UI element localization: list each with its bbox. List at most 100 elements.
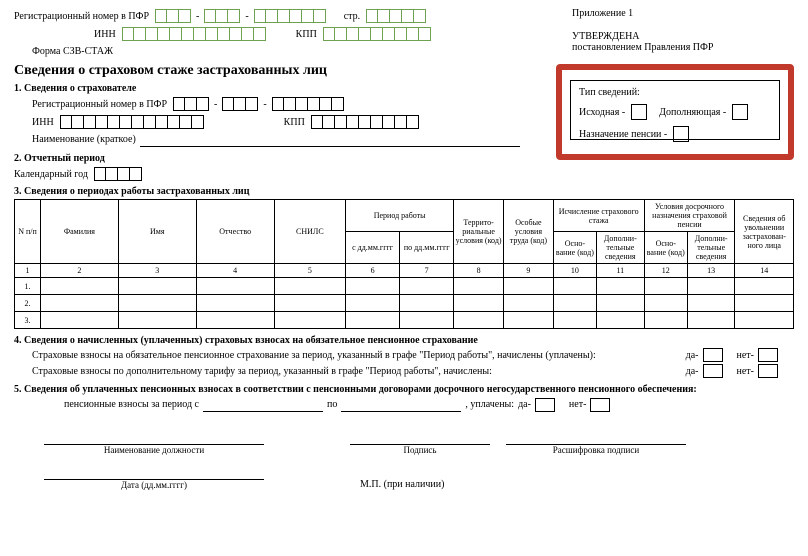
row1-num: 1.	[15, 278, 41, 295]
sec1-reg-part2[interactable]	[222, 97, 258, 111]
col-extra1: Дополни- тельные сведения	[597, 232, 645, 264]
type-box: Тип сведений: Исходная - Дополняющая - Н…	[570, 80, 780, 140]
num-12: 12	[644, 264, 687, 278]
sec5-to-field[interactable]	[341, 397, 461, 412]
sec4-l2-no-label: нет-	[737, 366, 755, 377]
highlight-box: Тип сведений: Исходная - Дополняющая - Н…	[556, 64, 794, 160]
sec4-l1-no-checkbox[interactable]	[758, 348, 778, 362]
page-field[interactable]	[366, 9, 426, 23]
signature-label: Подпись	[350, 445, 490, 455]
date-field[interactable]	[44, 465, 264, 480]
row2-num: 2.	[15, 295, 41, 312]
sec5-no-checkbox[interactable]	[590, 398, 610, 412]
date-label: Дата (дд.мм.гггг)	[44, 480, 264, 490]
num-9: 9	[503, 264, 553, 278]
sec4-l2-yes-label: да-	[686, 366, 699, 377]
sec2-year-label: Календарный год	[14, 169, 88, 180]
inn-top-field[interactable]	[122, 27, 266, 41]
sec1-kpp-field[interactable]	[311, 115, 419, 129]
col-snils: СНИЛС	[274, 200, 345, 264]
sec4-heading: 4. Сведения о начисленных (уплаченных) с…	[14, 335, 794, 346]
sec1-inn-label: ИНН	[32, 117, 54, 128]
col-extra2: Дополни- тельные сведения	[687, 232, 735, 264]
reg-top-part2[interactable]	[204, 9, 240, 23]
num-6: 6	[346, 264, 400, 278]
sec4-l1-yes-label: да-	[686, 350, 699, 361]
sec1-reg-label: Регистрационный номер в ПФР	[32, 99, 167, 110]
kpp-top-field[interactable]	[323, 27, 431, 41]
sec5-yes-label: да-	[518, 399, 531, 410]
table-row[interactable]: 2.	[15, 295, 794, 312]
appendix-label: Приложение 1	[572, 8, 792, 19]
row3-num: 3.	[15, 312, 41, 329]
col-special: Особые условия труда (код)	[503, 200, 553, 264]
sec5-heading: 5. Сведения об уплаченных пенсионных взн…	[14, 384, 794, 395]
col-name: Имя	[118, 200, 196, 264]
num-8: 8	[454, 264, 504, 278]
col-n: N п/п	[15, 200, 41, 264]
position-label: Наименование должности	[44, 445, 264, 455]
sec5-paid-label: , уплачены:	[465, 399, 514, 410]
col-to: по дд.мм.гггг	[400, 232, 454, 264]
num-11: 11	[597, 264, 645, 278]
col-surname: Фамилия	[40, 200, 118, 264]
sec4-l1-no-label: нет-	[737, 350, 755, 361]
sec4-line2: Страховые взносы по дополнительному тари…	[32, 366, 492, 377]
type-supplement-checkbox[interactable]	[732, 104, 748, 120]
num-14: 14	[735, 264, 794, 278]
type-pension-checkbox[interactable]	[673, 126, 689, 142]
col-base1: Осно- вание (код)	[553, 232, 596, 264]
sec5-from-field[interactable]	[203, 397, 323, 412]
sec4-line1: Страховые взносы на обязательное пенсион…	[32, 350, 596, 361]
col-from: с дд.мм.гггг	[346, 232, 400, 264]
col-patronymic: Отчество	[196, 200, 274, 264]
sec5-contrib-label: пенсионные взносы за период с	[64, 399, 199, 410]
sec4-l1-yes-checkbox[interactable]	[703, 348, 723, 362]
reg-top-part3[interactable]	[254, 9, 326, 23]
col-early: Условия досрочного назначения страховой …	[644, 200, 735, 232]
sec1-kpp-label: КПП	[284, 117, 305, 128]
stamp-label: М.П. (при наличии)	[360, 479, 444, 490]
sec1-name-label: Наименование (краткое)	[32, 134, 136, 145]
approved-by-label: постановлением Правления ПФР	[572, 42, 792, 53]
num-10: 10	[553, 264, 596, 278]
type-pension-label: Назначение пенсии -	[579, 129, 667, 140]
reg-top-part1[interactable]	[155, 9, 191, 23]
num-13: 13	[687, 264, 735, 278]
sec4-l2-yes-checkbox[interactable]	[703, 364, 723, 378]
type-supplement-label: Дополняющая -	[659, 107, 726, 118]
work-periods-table: N п/п Фамилия Имя Отчество СНИЛС Период …	[14, 199, 794, 329]
num-4: 4	[196, 264, 274, 278]
table-row[interactable]: 3.	[15, 312, 794, 329]
sec2-year-field[interactable]	[94, 167, 142, 181]
sec1-reg-part1[interactable]	[173, 97, 209, 111]
col-calc: Исчисление страхового стажа	[553, 200, 644, 232]
approved-label: УТВЕРЖДЕНА	[572, 31, 792, 42]
type-heading: Тип сведений:	[579, 87, 771, 98]
decipher-label: Расшифровка подписи	[506, 445, 686, 455]
inn-label-top: ИНН	[94, 29, 116, 40]
approval-block: Приложение 1 УТВЕРЖДЕНА постановлением П…	[572, 8, 792, 53]
sec1-name-field[interactable]	[140, 132, 520, 147]
sec4-l2-no-checkbox[interactable]	[758, 364, 778, 378]
signature-field[interactable]	[350, 430, 490, 445]
sec3-heading: 3. Сведения о периодах работы застрахова…	[14, 186, 794, 197]
page-label: стр.	[344, 11, 360, 22]
reg-label-top: Регистрационный номер в ПФР	[14, 11, 149, 22]
num-5: 5	[274, 264, 345, 278]
num-2: 2	[40, 264, 118, 278]
sec1-inn-field[interactable]	[60, 115, 204, 129]
type-initial-label: Исходная -	[579, 107, 625, 118]
num-3: 3	[118, 264, 196, 278]
table-row[interactable]: 1.	[15, 278, 794, 295]
position-field[interactable]	[44, 430, 264, 445]
sec5-yes-checkbox[interactable]	[535, 398, 555, 412]
col-terr: Террито- риальные условия (код)	[454, 200, 504, 264]
col-period: Период работы	[346, 200, 454, 232]
sec1-reg-part3[interactable]	[272, 97, 344, 111]
col-base2: Осно- вание (код)	[644, 232, 687, 264]
num-1: 1	[15, 264, 41, 278]
decipher-field[interactable]	[506, 430, 686, 445]
type-initial-checkbox[interactable]	[631, 104, 647, 120]
sec5-no-label: нет-	[569, 399, 587, 410]
